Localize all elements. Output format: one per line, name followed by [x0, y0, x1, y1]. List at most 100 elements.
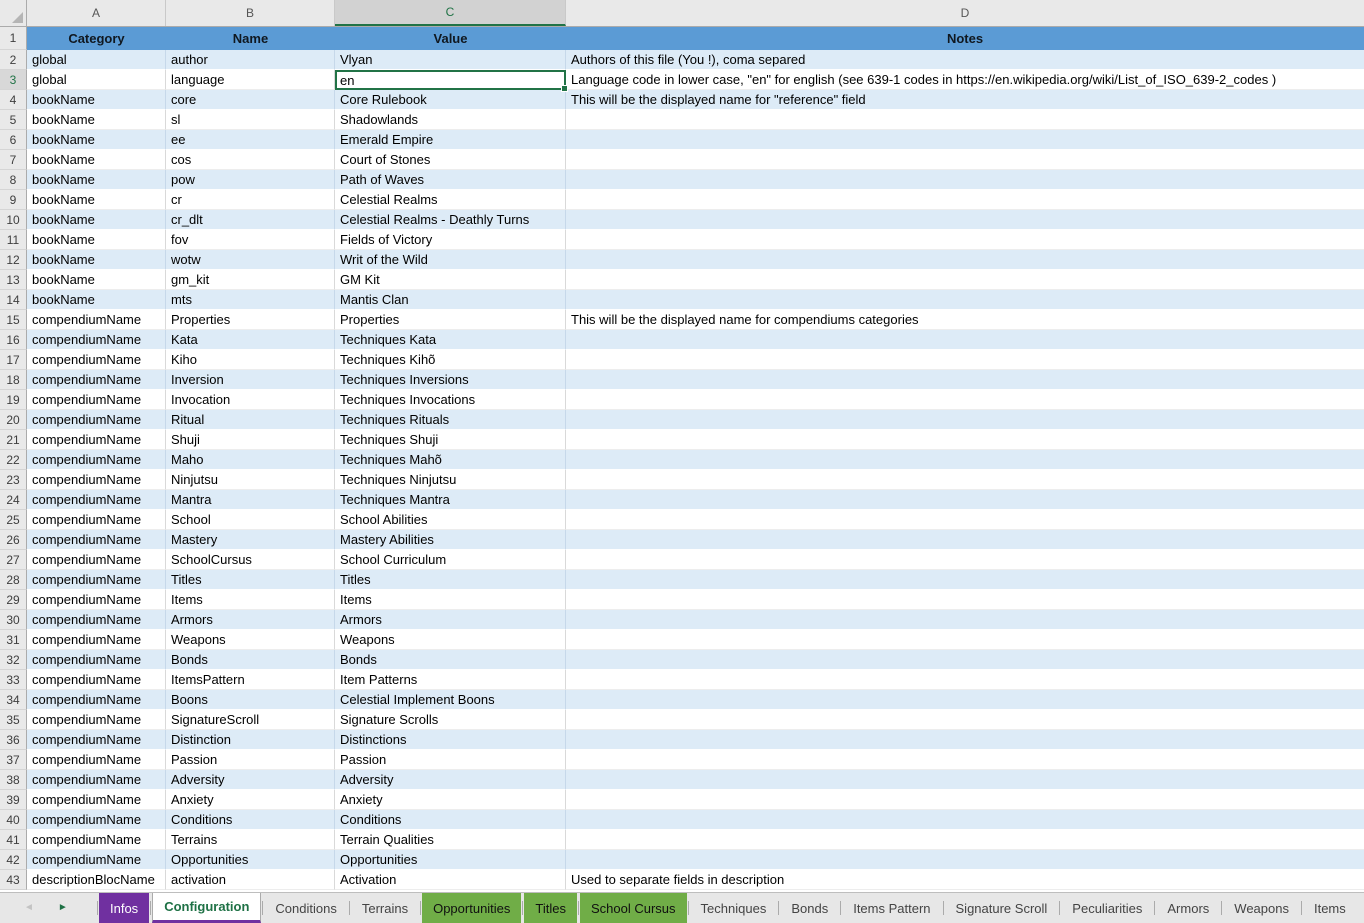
cell-name[interactable]: Ninjutsu	[166, 470, 335, 490]
sheet-tab-opportunities[interactable]: Opportunities	[422, 893, 521, 923]
cell-value[interactable]: Signature Scrolls	[335, 710, 566, 730]
cell-name[interactable]: Boons	[166, 690, 335, 710]
cell-name[interactable]: Terrains	[166, 830, 335, 850]
column-header-b[interactable]: B	[166, 0, 335, 26]
cell-value[interactable]: Distinctions	[335, 730, 566, 750]
cell-category[interactable]: bookName	[27, 190, 166, 210]
row-number[interactable]: 6	[0, 130, 27, 150]
cell-value[interactable]: Bonds	[335, 650, 566, 670]
cell-category[interactable]: compendiumName	[27, 510, 166, 530]
row-number[interactable]: 12	[0, 250, 27, 270]
header-cell-notes[interactable]: Notes	[566, 27, 1364, 50]
cell-notes[interactable]: This will be the displayed name for comp…	[566, 310, 1364, 330]
cell-notes[interactable]	[566, 350, 1364, 370]
sheet-tab-armors[interactable]: Armors	[1156, 893, 1220, 923]
row-number[interactable]: 43	[0, 870, 27, 890]
cell-notes[interactable]	[566, 810, 1364, 830]
cell-category[interactable]: compendiumName	[27, 690, 166, 710]
cell-notes[interactable]	[566, 430, 1364, 450]
cell-notes[interactable]	[566, 650, 1364, 670]
cell-notes[interactable]: Language code in lower case, "en" for en…	[566, 70, 1364, 90]
cell-name[interactable]: ItemsPattern	[166, 670, 335, 690]
cell-category[interactable]: compendiumName	[27, 430, 166, 450]
row-number[interactable]: 4	[0, 90, 27, 110]
cell-notes[interactable]	[566, 550, 1364, 570]
cell-value[interactable]: Celestial Realms	[335, 190, 566, 210]
cell-name[interactable]: Kiho	[166, 350, 335, 370]
cell-name[interactable]: cos	[166, 150, 335, 170]
cell-value[interactable]: Adversity	[335, 770, 566, 790]
cell-name[interactable]: Invocation	[166, 390, 335, 410]
row-number[interactable]: 31	[0, 630, 27, 650]
cell-notes[interactable]	[566, 730, 1364, 750]
cell-category[interactable]: bookName	[27, 170, 166, 190]
cell-category[interactable]: compendiumName	[27, 790, 166, 810]
cell-category[interactable]: compendiumName	[27, 470, 166, 490]
cell-notes[interactable]	[566, 470, 1364, 490]
cell-name[interactable]: Anxiety	[166, 790, 335, 810]
cell-value[interactable]: Techniques Kata	[335, 330, 566, 350]
cell-notes[interactable]	[566, 390, 1364, 410]
cell-notes[interactable]	[566, 150, 1364, 170]
cell-notes[interactable]: Used to separate fields in description	[566, 870, 1364, 890]
cell-category[interactable]: compendiumName	[27, 710, 166, 730]
cell-notes[interactable]	[566, 710, 1364, 730]
cell-notes[interactable]	[566, 490, 1364, 510]
cell-category[interactable]: bookName	[27, 250, 166, 270]
header-cell-value[interactable]: Value	[335, 27, 566, 50]
row-number[interactable]: 34	[0, 690, 27, 710]
header-cell-category[interactable]: Category	[27, 27, 166, 50]
row-number[interactable]: 38	[0, 770, 27, 790]
row-number[interactable]: 41	[0, 830, 27, 850]
column-header-d[interactable]: D	[566, 0, 1364, 26]
row-number[interactable]: 24	[0, 490, 27, 510]
cell-category[interactable]: compendiumName	[27, 310, 166, 330]
cell-category[interactable]: compendiumName	[27, 750, 166, 770]
cell-name[interactable]: cr	[166, 190, 335, 210]
cell-category[interactable]: compendiumName	[27, 550, 166, 570]
cell-name[interactable]: Passion	[166, 750, 335, 770]
cell-category[interactable]: bookName	[27, 150, 166, 170]
cell-category[interactable]: compendiumName	[27, 410, 166, 430]
row-number[interactable]: 3	[0, 70, 27, 90]
cell-name[interactable]: Ritual	[166, 410, 335, 430]
cell-category[interactable]: compendiumName	[27, 850, 166, 870]
cell-category[interactable]: compendiumName	[27, 490, 166, 510]
cell-name[interactable]: core	[166, 90, 335, 110]
cell-value[interactable]: Properties	[335, 310, 566, 330]
row-number[interactable]: 15	[0, 310, 27, 330]
cell-value[interactable]: Fields of Victory	[335, 230, 566, 250]
cell-name[interactable]: Kata	[166, 330, 335, 350]
row-number[interactable]: 9	[0, 190, 27, 210]
row-number[interactable]: 22	[0, 450, 27, 470]
cell-value[interactable]: Techniques Invocations	[335, 390, 566, 410]
cell-value[interactable]: Celestial Implement Boons	[335, 690, 566, 710]
cell-category[interactable]: compendiumName	[27, 730, 166, 750]
cell-name[interactable]: cr_dlt	[166, 210, 335, 230]
cell-name[interactable]: fov	[166, 230, 335, 250]
row-number[interactable]: 23	[0, 470, 27, 490]
sheet-tab-school-cursus[interactable]: School Cursus	[580, 893, 687, 923]
sheet-tab-infos[interactable]: Infos	[99, 893, 149, 923]
cell-notes[interactable]	[566, 770, 1364, 790]
cell-name[interactable]: Adversity	[166, 770, 335, 790]
cell-value[interactable]: Path of Waves	[335, 170, 566, 190]
cell-notes[interactable]	[566, 570, 1364, 590]
cell-notes[interactable]	[566, 750, 1364, 770]
tab-scroll-right-icon[interactable]: ►	[58, 903, 68, 913]
sheet-tab-terrains[interactable]: Terrains	[351, 893, 419, 923]
sheet-tab-signature-scroll[interactable]: Signature Scroll	[945, 893, 1059, 923]
cell-notes[interactable]	[566, 170, 1364, 190]
row-number[interactable]: 42	[0, 850, 27, 870]
cell-value[interactable]: Terrain Qualities	[335, 830, 566, 850]
cell-value[interactable]: Vlyan	[335, 50, 566, 70]
cell-value[interactable]: Items	[335, 590, 566, 610]
cell-value[interactable]: School Abilities	[335, 510, 566, 530]
cell-value[interactable]: Techniques Mantra	[335, 490, 566, 510]
sheet-tab-techniques[interactable]: Techniques	[690, 893, 778, 923]
cell-category[interactable]: compendiumName	[27, 670, 166, 690]
cell-notes[interactable]	[566, 130, 1364, 150]
row-number[interactable]: 7	[0, 150, 27, 170]
cell-category[interactable]: compendiumName	[27, 370, 166, 390]
cell-name[interactable]: Maho	[166, 450, 335, 470]
